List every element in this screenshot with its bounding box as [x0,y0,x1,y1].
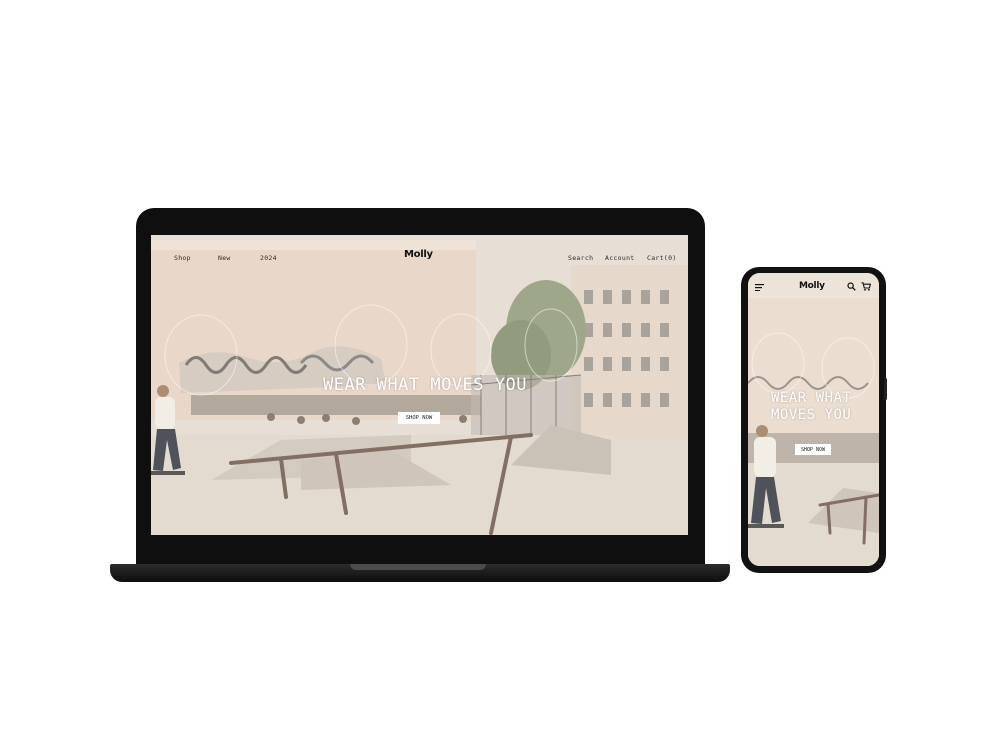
nav-shop-link[interactable]: Shop [174,254,191,262]
laptop-notch [350,564,486,570]
brand-logo[interactable]: Molly [404,249,433,260]
nav-account-link[interactable]: Account [605,254,635,262]
hero-title: WEAR WHAT MOVES YOU [323,375,527,395]
search-icon[interactable] [847,282,856,291]
phone-side-button [884,378,887,400]
mobile-hero-title: WEAR WHAT MOVES YOU [771,390,851,424]
mobile-brand-logo[interactable]: Molly [799,281,825,291]
mobile-shop-now-button[interactable]: SHOP NOW [795,444,831,455]
nav-cart-link[interactable]: Cart(0) [647,254,677,262]
cart-icon[interactable] [861,282,871,291]
cart-count: (0) [663,254,677,262]
cart-label: Cart [647,254,664,262]
mobile-hero-title-line-2: MOVES YOU [771,407,852,423]
nav-new-link[interactable]: New [218,254,231,262]
nav-search-link[interactable]: Search [568,254,593,262]
desktop-website: Shop New 2024 Molly Search Account Cart(… [151,235,688,535]
menu-icon[interactable] [755,284,764,291]
nav-2024-link[interactable]: 2024 [260,254,277,262]
mobile-website: Molly WEAR WHAT MOVES YOU SHOP NOW [748,273,879,566]
mobile-hero-title-line-1: WEAR WHAT [771,390,852,406]
shop-now-button[interactable]: SHOP NOW [398,412,440,424]
